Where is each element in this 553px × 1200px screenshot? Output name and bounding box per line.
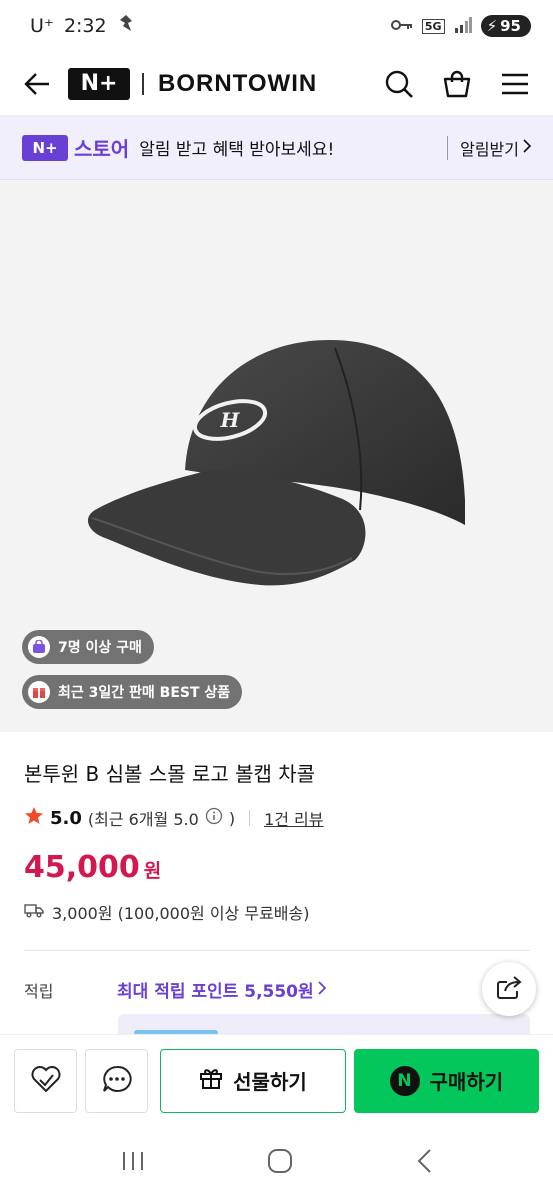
home-icon[interactable] (267, 1148, 293, 1178)
gift-button[interactable]: 선물하기 (160, 1048, 346, 1113)
svg-text:H: H (220, 408, 241, 432)
review-link[interactable]: 1건 리뷰 (264, 806, 323, 830)
notify-subscribe-button[interactable]: 알림받기 (447, 135, 532, 160)
network-label: 5G (421, 18, 445, 34)
naver-plus-logo[interactable]: N+ (68, 67, 130, 100)
product-title: 본투윈 B 심볼 스몰 로고 볼캡 차콜 (24, 762, 316, 786)
product-image[interactable]: H 7명 이상 구매 최근 3일간 판매 BEST 상품 (0, 180, 553, 732)
points-link[interactable]: 최대 적립 포인트 5,550원 (117, 977, 326, 1002)
share-button[interactable] (482, 962, 536, 1016)
search-icon[interactable] (381, 66, 417, 102)
gift-box-icon (28, 681, 50, 703)
recent-apps-icon[interactable] (121, 1150, 145, 1176)
star-icon (24, 806, 44, 830)
rating-score: 5.0 (50, 807, 82, 829)
best-seller-text: 최근 3일간 판매 BEST 상품 (58, 685, 231, 701)
points-value: 최대 적립 포인트 5,550원 (117, 982, 314, 1002)
bag-icon (28, 636, 50, 658)
section-divider (24, 950, 530, 951)
price-currency: 원 (143, 860, 162, 882)
purchase-count-badge: 7명 이상 구매 (22, 630, 154, 664)
status-bar: U⁺ 2:32 5G ⚡ 95 (0, 0, 553, 52)
chevron-right-icon (523, 138, 532, 157)
brand-name[interactable]: BORNTOWIN (158, 70, 317, 98)
share-icon (495, 974, 523, 1004)
shipping-text: 3,000원 (100,000원 이상 무료배송) (52, 904, 310, 923)
charging-icon: ⚡ (486, 17, 498, 35)
rating-close-paren: ) (228, 808, 236, 828)
price-value: 45,000 (24, 850, 140, 885)
chat-bubble-icon (101, 1064, 133, 1098)
truck-icon (24, 902, 44, 922)
gift-label: 선물하기 (233, 1070, 307, 1094)
shipping-row: 3,000원 (100,000원 이상 무료배송) (24, 900, 309, 924)
purchase-count-text: 7명 이상 구매 (58, 640, 142, 656)
wishlist-button[interactable] (14, 1048, 78, 1113)
rating-row: 5.0 (최근 6개월 5.0 ) 1건 리뷰 (24, 806, 324, 830)
points-label: 적립 (24, 982, 54, 1001)
battery-level: 95 (500, 17, 521, 35)
naver-pay-icon: N (389, 1065, 420, 1096)
signal-icon (454, 16, 472, 36)
store-name: 스토어 (74, 137, 130, 161)
back-nav-icon[interactable] (416, 1148, 432, 1178)
header-divider (142, 72, 144, 95)
store-logo: N+ (22, 134, 68, 161)
menu-icon[interactable] (497, 66, 533, 102)
buy-button[interactable]: N 구매하기 (353, 1048, 539, 1113)
price-row: 45,000 원 (24, 850, 161, 885)
buy-label: 구매하기 (429, 1070, 504, 1094)
purchase-action-bar: 선물하기 N 구매하기 (0, 1034, 553, 1126)
system-nav-bar (0, 1126, 553, 1200)
top-header: N+ BORNTOWIN (0, 52, 553, 116)
store-notify-banner: N+ 스토어 알림 받고 혜택 받아보세요! 알림받기 (0, 116, 553, 180)
carrier-label: U⁺ (30, 15, 54, 37)
rating-divider (249, 810, 251, 826)
cart-icon[interactable] (439, 66, 475, 102)
notify-button-label: 알림받기 (460, 139, 519, 159)
gift-icon (199, 1066, 223, 1095)
rating-detail: (최근 6개월 5.0 (87, 810, 199, 829)
notify-text: 알림 받고 혜택 받아보세요! (139, 140, 335, 160)
clock: 2:32 (63, 15, 107, 37)
inquiry-button[interactable] (85, 1048, 149, 1113)
battery-indicator: ⚡ 95 (480, 15, 531, 37)
key-icon (390, 19, 413, 34)
heart-check-icon (29, 1064, 63, 1098)
chevron-right-icon (318, 980, 326, 1000)
app-notification-icon (117, 14, 135, 39)
best-seller-badge: 최근 3일간 판매 BEST 상품 (22, 675, 243, 709)
back-arrow-icon[interactable] (20, 67, 54, 101)
info-icon[interactable] (205, 807, 223, 829)
